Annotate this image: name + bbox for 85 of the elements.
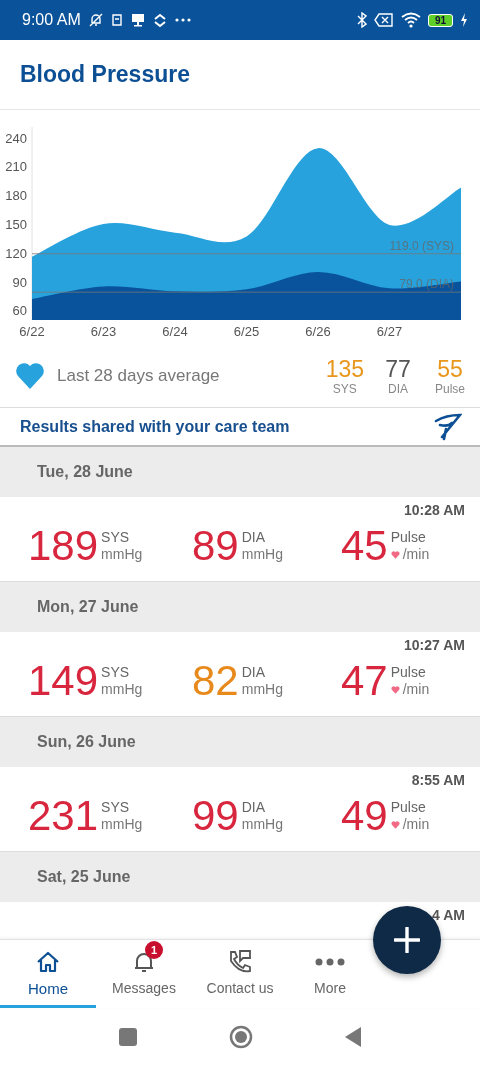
date-header: Sun, 26 June <box>37 733 136 751</box>
date-header: Tue, 28 June <box>37 463 133 481</box>
reading-label: DIA <box>241 664 267 681</box>
reading-unit: /min <box>402 816 430 833</box>
bluetooth-icon <box>356 12 367 28</box>
sync-icon <box>152 12 167 28</box>
reading-value: 189 <box>28 524 99 568</box>
reading-value: 149 <box>28 659 99 703</box>
average-value: 55 <box>437 356 463 382</box>
nav-tab[interactable]: Home <box>0 940 96 1008</box>
axis-label: 60 <box>12 303 27 319</box>
reading-label: DIA <box>241 529 267 546</box>
no-sim-icon <box>373 12 394 28</box>
reading-unit: mmHg <box>101 681 143 698</box>
wifi-icon <box>400 12 421 28</box>
phone-chat-icon <box>227 949 253 975</box>
shared-banner-text: Results shared with your care team <box>20 417 290 436</box>
battery-level: 91 <box>427 13 453 27</box>
axis-label: 6/22 <box>19 324 45 339</box>
reading-unit: mmHg <box>101 546 143 563</box>
reading-label: Pulse <box>390 799 427 816</box>
reading-time: 4 AM <box>431 906 466 923</box>
notification-badge: 1 <box>145 941 163 959</box>
reading-unit: mmHg <box>241 546 283 563</box>
heart-icon <box>15 362 45 390</box>
axis-label: 6/25 <box>233 324 260 339</box>
reading-unit: mmHg <box>241 681 283 698</box>
average-caption: DIA <box>388 382 408 396</box>
reading-label: SYS <box>101 529 131 546</box>
reading-value: 47 <box>341 659 388 703</box>
more-icon <box>315 958 345 966</box>
plus-icon <box>394 927 420 953</box>
status-time: 9:00 AM <box>22 11 81 29</box>
reading-label: Pulse <box>390 529 427 546</box>
average-value: 135 <box>325 356 364 382</box>
reading-unit: mmHg <box>241 816 283 833</box>
share-icon[interactable] <box>434 412 462 441</box>
home-button-icon[interactable] <box>229 1025 253 1049</box>
home-icon <box>36 949 60 974</box>
date-header: Sat, 25 June <box>37 868 131 886</box>
reading-label: DIA <box>241 799 267 816</box>
back-icon[interactable] <box>345 1027 361 1047</box>
reading-label: Pulse <box>390 664 427 681</box>
average-caption: SYS <box>332 382 357 396</box>
reading-unit: mmHg <box>101 816 143 833</box>
nav-tab[interactable]: 1 Messages <box>96 940 192 1008</box>
axis-label: 240 <box>5 130 27 146</box>
axis-label: 6/26 <box>305 324 331 339</box>
reading-value: 231 <box>28 794 99 838</box>
heart-icon <box>390 685 400 694</box>
heart-icon <box>390 820 400 829</box>
bell-off-icon <box>87 12 104 28</box>
reference-label: 119.0 (SYS) <box>389 238 454 253</box>
reading-time: 10:28 AM <box>403 501 466 518</box>
reading-value: 45 <box>341 524 388 568</box>
nav-tab[interactable]: More <box>288 940 372 1008</box>
axis-label: 6/23 <box>90 324 117 339</box>
reading-value: 82 <box>192 659 239 703</box>
average-label: Last 28 days average <box>57 366 220 386</box>
page-title: Blood Pressure <box>20 61 190 88</box>
heart-icon <box>390 550 400 559</box>
axis-label: 120 <box>5 245 27 261</box>
reading-value: 49 <box>341 794 388 838</box>
reading-label: SYS <box>101 799 131 816</box>
average-caption: Pulse <box>435 382 465 396</box>
reading-value: 99 <box>192 794 239 838</box>
reference-label: 79.0 (DIA) <box>399 277 454 292</box>
axis-label: 90 <box>12 274 27 290</box>
reading-time: 8:55 AM <box>410 771 466 788</box>
charging-icon <box>460 13 468 27</box>
date-header: Mon, 27 June <box>37 598 139 616</box>
axis-label: 150 <box>5 217 27 232</box>
reading-value: 89 <box>192 524 239 568</box>
axis-label: 180 <box>5 188 27 204</box>
axis-label: 210 <box>5 159 27 175</box>
average-value: 77 <box>385 356 411 382</box>
reading-label: SYS <box>101 664 131 681</box>
axis-label: 6/24 <box>162 324 188 339</box>
reading-time: 10:27 AM <box>403 636 466 653</box>
reading-unit: /min <box>402 546 430 563</box>
nav-tab[interactable]: Contact us <box>192 940 288 1008</box>
axis-label: 6/27 <box>376 324 403 339</box>
more-icon <box>173 17 192 23</box>
reading-unit: /min <box>402 681 430 698</box>
status-icon <box>110 12 123 28</box>
